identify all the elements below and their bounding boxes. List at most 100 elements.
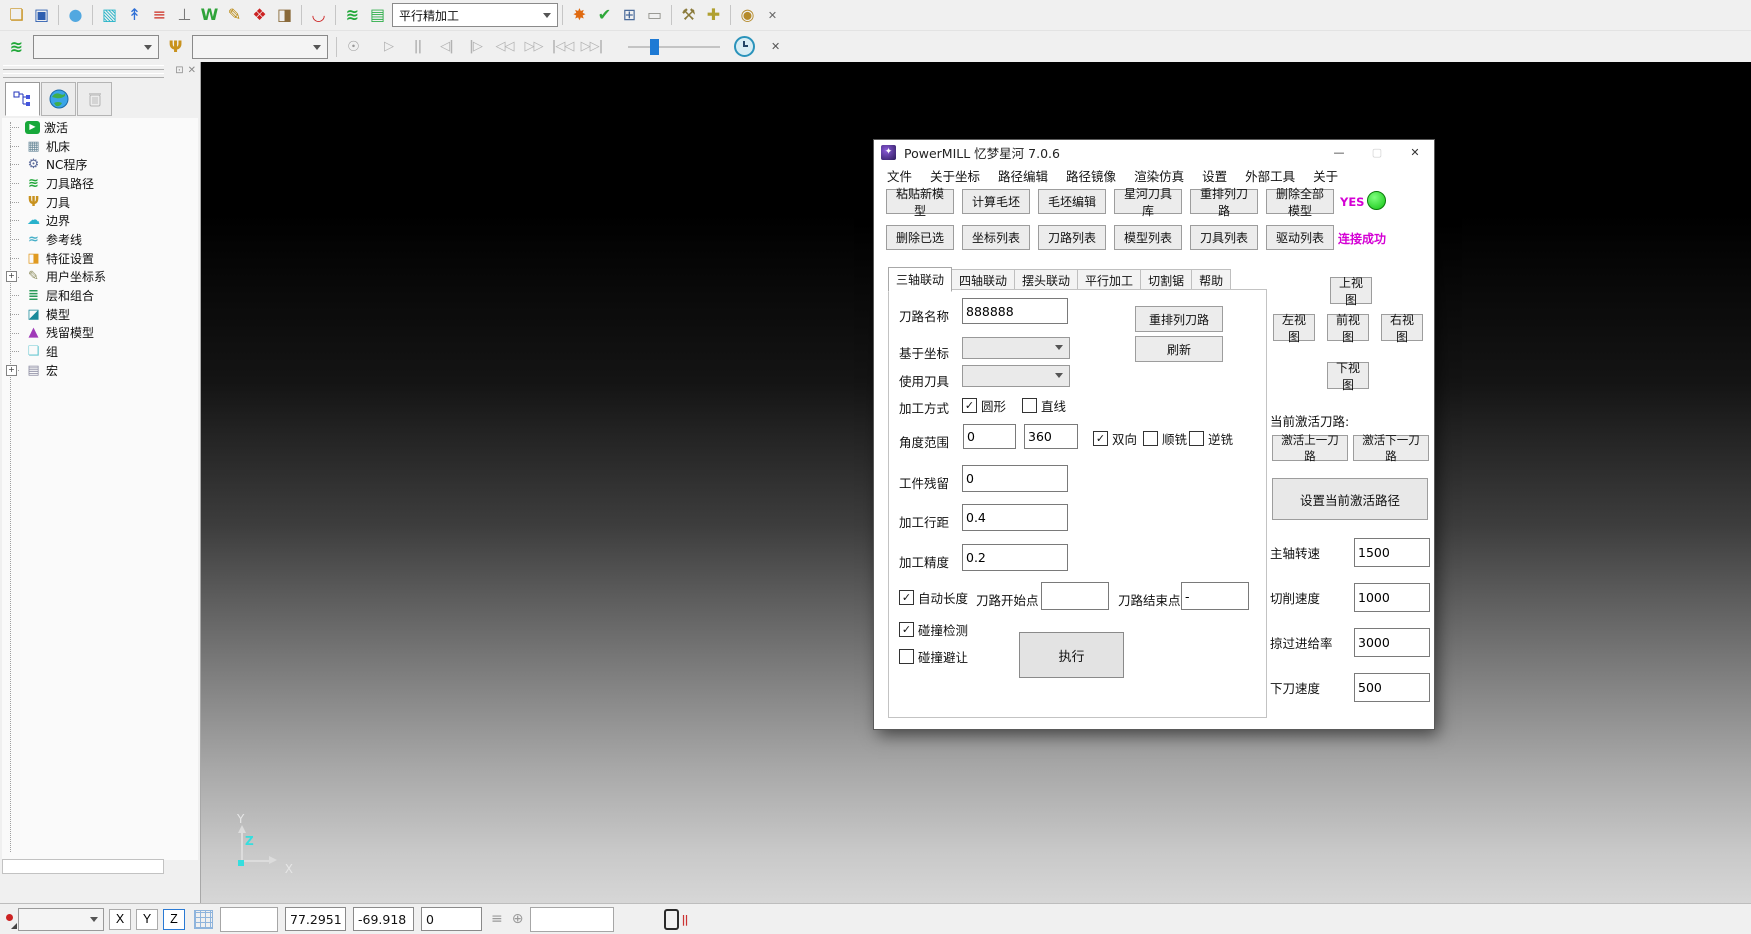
- bidirectional-checkbox[interactable]: ✓ 双向: [1093, 429, 1137, 448]
- tree-item[interactable]: 层和组合: [2, 286, 198, 305]
- tool-pair-icon[interactable]: ⚒: [676, 3, 701, 27]
- locate-icon[interactable]: ⊕: [512, 911, 524, 927]
- leads-links-icon[interactable]: W: [197, 3, 222, 27]
- dialog-tab[interactable]: 三轴联动: [888, 267, 952, 292]
- checkbox-box[interactable]: ✓: [1093, 431, 1108, 446]
- search-back-button[interactable]: ◁◁: [492, 36, 517, 58]
- close-panel-icon[interactable]: ✕: [188, 65, 196, 76]
- tree-item[interactable]: + 用户坐标系: [2, 268, 198, 287]
- auto-length-checkbox[interactable]: ✓ 自动长度: [899, 588, 968, 607]
- ruler-icon[interactable]: ▭: [642, 3, 667, 27]
- end-point-input[interactable]: [1181, 582, 1249, 610]
- rapid-move-heights-icon[interactable]: ↟: [122, 3, 147, 27]
- collision-avoid-checkbox[interactable]: 碰撞避让: [899, 647, 968, 666]
- checkbox-box[interactable]: [1143, 431, 1158, 446]
- rearrange-toolpaths-button[interactable]: 重排列刀路: [1135, 306, 1223, 332]
- simulation-speed-slider[interactable]: [628, 38, 720, 56]
- search-block-icon[interactable]: ◉: [735, 3, 760, 27]
- close-button[interactable]: ✕: [1396, 140, 1434, 164]
- view-bottom-button[interactable]: 下视图: [1327, 362, 1369, 389]
- checkbox-box[interactable]: ✓: [899, 590, 914, 605]
- action-button[interactable]: 计算毛坯: [962, 189, 1030, 214]
- tree-item[interactable]: 残留模型: [2, 324, 198, 343]
- go-to-start-button[interactable]: |◁◁: [550, 36, 575, 58]
- menu-item[interactable]: 外部工具: [1236, 166, 1304, 185]
- action-button[interactable]: 刀具列表: [1190, 225, 1258, 250]
- panel-grip[interactable]: [3, 73, 164, 78]
- sim-toolpath-select[interactable]: [33, 35, 159, 59]
- go-to-end-button[interactable]: ▷▷|: [579, 36, 604, 58]
- action-button[interactable]: 模型列表: [1114, 225, 1182, 250]
- activate-prev-toolpath-button[interactable]: 激活上一刀路: [1272, 435, 1348, 461]
- based-coord-select[interactable]: [962, 337, 1070, 359]
- tool-holder-icon[interactable]: ⊥: [172, 3, 197, 27]
- tree-item[interactable]: 刀具路径: [2, 174, 198, 193]
- speed-input[interactable]: [1354, 583, 1430, 612]
- web-tab[interactable]: [41, 82, 76, 116]
- panel-grip[interactable]: [3, 65, 164, 70]
- statusbar-field-1[interactable]: [220, 907, 278, 932]
- tree-item[interactable]: 模型: [2, 305, 198, 324]
- move-arrows-icon[interactable]: ✚: [701, 3, 726, 27]
- start-point-input[interactable]: [1041, 582, 1109, 610]
- tree-item[interactable]: 参考线: [2, 230, 198, 249]
- axis-toggle-button[interactable]: X: [109, 909, 131, 930]
- light-bulb-icon[interactable]: ☉: [341, 35, 366, 59]
- grid-icon[interactable]: [194, 910, 213, 929]
- statusbar-field-2[interactable]: [530, 907, 614, 932]
- angle-to-input[interactable]: [1024, 424, 1078, 449]
- action-button[interactable]: 重排列刀路: [1190, 189, 1258, 214]
- menu-item[interactable]: 关于: [1304, 166, 1347, 185]
- tree-item[interactable]: 组: [2, 342, 198, 361]
- action-button[interactable]: 星河刀具库: [1114, 189, 1182, 214]
- collision-check-checkbox[interactable]: ✓ 碰撞检测: [899, 620, 968, 639]
- statusbar-dropdown[interactable]: [18, 908, 104, 931]
- close-toolbar-icon[interactable]: ✕: [760, 3, 785, 27]
- close-toolbar-icon[interactable]: ✕: [765, 40, 786, 53]
- checkbox-box[interactable]: ✓: [899, 622, 914, 637]
- expand-icon[interactable]: +: [6, 365, 17, 376]
- set-active-path-button[interactable]: 设置当前激活路径: [1272, 478, 1428, 520]
- stock-allowance-input[interactable]: [962, 465, 1068, 492]
- checkbox-box[interactable]: [1189, 431, 1204, 446]
- angle-from-input[interactable]: [963, 424, 1016, 449]
- tool-block-icon[interactable]: ◨: [272, 3, 297, 27]
- tree-item[interactable]: 特征设置: [2, 249, 198, 268]
- points-icon[interactable]: ❖: [247, 3, 272, 27]
- refresh-button[interactable]: 刷新: [1135, 336, 1223, 362]
- tree-item[interactable]: 机床: [2, 137, 198, 156]
- speed-input[interactable]: [1354, 673, 1430, 702]
- menu-item[interactable]: 设置: [1193, 166, 1236, 185]
- dialog-titlebar[interactable]: ✦ PowerMILL 忆梦星河 7.0.6 — ▢ ✕: [874, 140, 1434, 164]
- activate-next-toolpath-button[interactable]: 激活下一刀路: [1353, 435, 1429, 461]
- tolerance-input[interactable]: [962, 544, 1068, 571]
- line-checkbox[interactable]: 直线: [1022, 396, 1066, 415]
- pause-button[interactable]: ||: [405, 36, 430, 58]
- toolpath-name-input[interactable]: [962, 298, 1068, 324]
- recycle-bin-tab[interactable]: [77, 82, 112, 116]
- slider-handle[interactable]: [650, 39, 659, 55]
- strategy-dropdown[interactable]: 平行精加工: [392, 3, 558, 27]
- checkbox-box[interactable]: ✓: [962, 398, 977, 413]
- step-back-button[interactable]: ◁|: [434, 36, 459, 58]
- climb-mill-checkbox[interactable]: 顺铣: [1143, 429, 1187, 448]
- view-top-button[interactable]: 上视图: [1330, 277, 1372, 304]
- view-left-button[interactable]: 左视图: [1273, 314, 1315, 341]
- view-right-button[interactable]: 右视图: [1381, 314, 1423, 341]
- calculator-icon[interactable]: ⊞: [617, 3, 642, 27]
- save-project-icon[interactable]: ▣: [29, 3, 54, 27]
- checkbox-box[interactable]: [899, 649, 914, 664]
- speed-input[interactable]: [1354, 538, 1430, 567]
- action-button[interactable]: 毛坯编辑: [1038, 189, 1106, 214]
- menu-item[interactable]: 渲染仿真: [1125, 166, 1193, 185]
- play-button[interactable]: ▷: [376, 36, 401, 58]
- block-icon[interactable]: ▧: [97, 3, 122, 27]
- menu-item[interactable]: 路径镜像: [1057, 166, 1125, 185]
- tree-horizontal-scrollbar[interactable]: [2, 859, 164, 874]
- strategy-list-icon[interactable]: ▤: [365, 3, 390, 27]
- action-button[interactable]: 驱动列表: [1266, 225, 1334, 250]
- use-tool-select[interactable]: [962, 365, 1070, 387]
- open-project-icon[interactable]: ❏: [4, 3, 29, 27]
- toolpath-verify-icon[interactable]: ✸: [567, 3, 592, 27]
- menu-item[interactable]: 路径编辑: [989, 166, 1057, 185]
